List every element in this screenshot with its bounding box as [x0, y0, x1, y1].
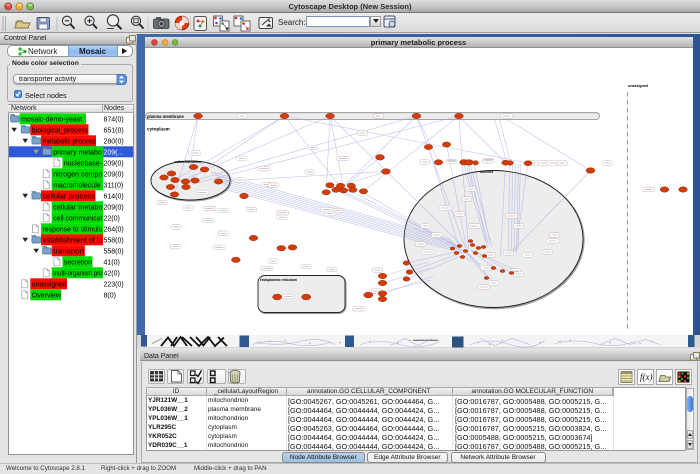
svg-text:41(0): 41(0): [104, 259, 120, 266]
svg-text:transport: transport: [53, 248, 84, 255]
svg-text:f(x): f(x): [640, 372, 653, 382]
svg-text:cell communicat: cell communicat: [53, 215, 102, 222]
svg-text:nucleobase-: nucleobase-: [64, 160, 103, 167]
svg-text:mosaic-demo-yeast: mosaic-demo-yeast: [21, 116, 82, 123]
svg-text:311(0): 311(0): [104, 182, 124, 189]
svg-text:558(0): 558(0): [104, 237, 124, 244]
svg-text:secretion: secretion: [64, 259, 92, 266]
svg-text:endoplasmic reticulum: endoplasmic reticulum: [260, 278, 297, 282]
svg-text:651(0): 651(0): [104, 127, 124, 134]
svg-text:plasma membrane: plasma membrane: [147, 114, 184, 119]
svg-text:mitochondrion: mitochondrion: [174, 160, 201, 164]
svg-text:Overview: Overview: [32, 292, 62, 299]
svg-text:209(0): 209(0): [104, 160, 124, 167]
svg-text:874(0): 874(0): [104, 116, 124, 123]
svg-text:209(0): 209(0): [104, 171, 124, 178]
svg-text:cellular process: cellular process: [43, 193, 96, 200]
svg-text:cellular metabo: cellular metabo: [53, 204, 102, 211]
svg-text:42(0): 42(0): [104, 270, 120, 277]
svg-text:response to stimulu: response to stimulu: [43, 226, 103, 233]
svg-text:264(0): 264(0): [104, 226, 124, 233]
svg-text:cytoplasm: cytoplasm: [147, 127, 170, 132]
svg-text:8(0): 8(0): [104, 292, 116, 299]
svg-text:establishment of lo: establishment of lo: [43, 237, 103, 244]
svg-text:223(0): 223(0): [104, 281, 124, 288]
svg-text:unassigned: unassigned: [628, 84, 648, 88]
svg-text:614(0): 614(0): [104, 193, 124, 200]
svg-text:macromolecule: macromolecule: [53, 182, 101, 189]
svg-text:nucleus: nucleus: [480, 170, 493, 174]
svg-text:209(0): 209(0): [104, 204, 124, 211]
svg-text:22(0): 22(0): [104, 215, 120, 222]
svg-text:multi-organism pro: multi-organism pro: [53, 270, 102, 277]
svg-text:metabolic process: metabolic process: [43, 138, 96, 145]
svg-text:558(0): 558(0): [104, 248, 124, 255]
svg-text:280(0): 280(0): [104, 138, 124, 145]
svg-text:209(...: 209(...: [104, 149, 124, 156]
svg-text:nitrogen compo: nitrogen compo: [53, 171, 102, 178]
svg-text:biological_process: biological_process: [32, 127, 89, 134]
svg-text:primary metabo: primary metabo: [53, 149, 102, 156]
svg-text:unassigned: unassigned: [32, 281, 67, 288]
